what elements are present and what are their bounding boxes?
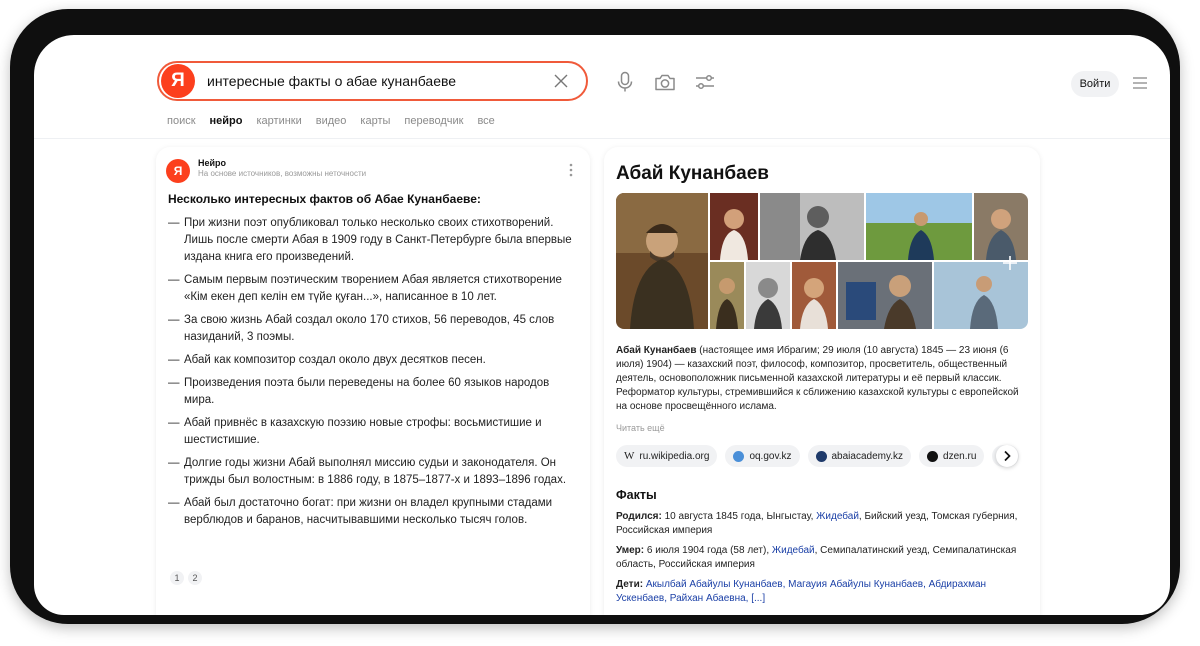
- tab-translator[interactable]: переводчик: [404, 115, 463, 127]
- device-frame: Я интересные факты о абае кунанбаеве Вой…: [10, 9, 1180, 624]
- source-chip[interactable]: W ru.wikipedia.org: [616, 445, 718, 467]
- fact-key: Дети:: [616, 579, 644, 590]
- list-item: Абай как композитор создал около двух де…: [168, 352, 582, 369]
- more-options-icon[interactable]: [566, 161, 576, 179]
- neuro-name: Нейро: [198, 158, 227, 168]
- search-input[interactable]: интересные факты о абае кунанбаеве: [207, 73, 546, 89]
- list-item: Самым первым поэтическим творением Абая …: [168, 272, 582, 306]
- list-item: За свою жизнь Абай создал около 170 стих…: [168, 312, 582, 346]
- tab-search[interactable]: поиск: [167, 115, 196, 127]
- source-chip[interactable]: abaiacademy.kz: [807, 445, 912, 467]
- tab-all[interactable]: все: [477, 115, 494, 127]
- fact-born: Родился: 10 августа 1845 года, Ынгыстау,…: [616, 510, 1026, 538]
- neuro-disclaimer: На основе источников, возможны неточност…: [198, 169, 367, 178]
- source-chips: W ru.wikipedia.org oq.gov.kz abaiacademy…: [616, 445, 1028, 469]
- oq-icon: [733, 450, 745, 462]
- entity-title[interactable]: Абай Кунанбаев: [616, 163, 769, 185]
- gallery-image[interactable]: [760, 193, 864, 260]
- entity-card: Абай Кунанбаев Абай Кунанбаев (настоящее…: [604, 147, 1040, 615]
- header-divider: [34, 138, 1170, 139]
- fact-key: Умер:: [616, 545, 645, 556]
- tab-neuro[interactable]: нейро: [210, 115, 243, 127]
- search-box[interactable]: Я интересные факты о абае кунанбаеве: [157, 61, 588, 101]
- page-link[interactable]: 2: [188, 571, 202, 585]
- list-item: Абай привнёс в казахскую поэзию новые ст…: [168, 415, 582, 449]
- fact-value: 6 июля 1904 года (58 лет),: [644, 545, 772, 556]
- wikipedia-icon: W: [624, 450, 635, 462]
- source-chip[interactable]: dzen.ru: [919, 445, 985, 467]
- source-label: abaiacademy.kz: [831, 450, 904, 462]
- gallery-image[interactable]: [838, 262, 932, 329]
- gallery-image[interactable]: [710, 193, 758, 260]
- list-item: При жизни поэт опубликовал только нескол…: [168, 215, 582, 266]
- fact-link[interactable]: Акылбай Абайулы Кунанбаев, Магауия Абайу…: [616, 579, 986, 604]
- menu-icon[interactable]: [1130, 73, 1150, 93]
- fact-link[interactable]: Жидебай: [772, 545, 815, 556]
- fact-key: Родился:: [616, 511, 662, 522]
- fact-link[interactable]: Жидебай: [816, 511, 859, 522]
- neuro-logo-icon: Я: [166, 159, 190, 183]
- chevron-right-icon[interactable]: [996, 445, 1018, 467]
- list-item: Произведения поэта были переведены на бо…: [168, 375, 582, 409]
- list-item: Абай был достаточно богат: при жизни он …: [168, 495, 582, 529]
- list-item: Долгие годы жизни Абай выполнял миссию с…: [168, 455, 582, 489]
- source-pager: 1 2: [170, 571, 202, 585]
- facts-heading: Факты: [616, 488, 657, 502]
- source-label: ru.wikipedia.org: [639, 450, 710, 462]
- tab-maps[interactable]: карты: [360, 115, 390, 127]
- fact-children: Дети: Акылбай Абайулы Кунанбаев, Магауия…: [616, 578, 1026, 606]
- close-icon[interactable]: [546, 66, 576, 96]
- gallery-image[interactable]: [616, 193, 708, 329]
- abaiacademy-icon: [815, 450, 827, 462]
- neuro-answer-card: Я Нейро На основе источников, возможны н…: [156, 147, 590, 615]
- gallery-image[interactable]: [792, 262, 836, 329]
- entity-bio-name: Абай Кунанбаев: [616, 345, 697, 356]
- microphone-icon[interactable]: [612, 69, 638, 95]
- page-link[interactable]: 1: [170, 571, 184, 585]
- camera-search-icon[interactable]: [652, 69, 678, 95]
- plus-icon[interactable]: [1000, 253, 1020, 273]
- dzen-icon: [927, 450, 939, 462]
- gallery-image[interactable]: [746, 262, 790, 329]
- read-more-link[interactable]: Читать ещё: [616, 423, 665, 433]
- gallery-image[interactable]: [974, 193, 1028, 260]
- gallery-image[interactable]: [866, 193, 972, 260]
- yandex-logo-icon[interactable]: Я: [161, 64, 195, 98]
- answer-title: Несколько интересных фактов об Абае Куна…: [168, 192, 481, 206]
- screen: Я интересные факты о абае кунанбаеве Вой…: [34, 35, 1170, 615]
- image-gallery: [616, 193, 1028, 329]
- tab-images[interactable]: картинки: [257, 115, 302, 127]
- facts-list: При жизни поэт опубликовал только нескол…: [168, 215, 582, 535]
- source-label: dzen.ru: [943, 450, 977, 462]
- fact-died: Умер: 6 июля 1904 года (58 лет), Жидебай…: [616, 544, 1026, 572]
- gallery-image[interactable]: [710, 262, 744, 329]
- search-tabs: поиск нейро картинки видео карты перевод…: [167, 115, 495, 127]
- source-chip[interactable]: oq.gov.kz: [725, 445, 800, 467]
- login-button[interactable]: Войти: [1071, 71, 1119, 97]
- fact-value: 10 августа 1845 года, Ынгыстау,: [661, 511, 817, 522]
- entity-description: Абай Кунанбаев (настоящее имя Ибрагим; 2…: [616, 344, 1026, 414]
- tab-video[interactable]: видео: [316, 115, 347, 127]
- filter-settings-icon[interactable]: [692, 69, 718, 95]
- source-label: oq.gov.kz: [749, 450, 792, 462]
